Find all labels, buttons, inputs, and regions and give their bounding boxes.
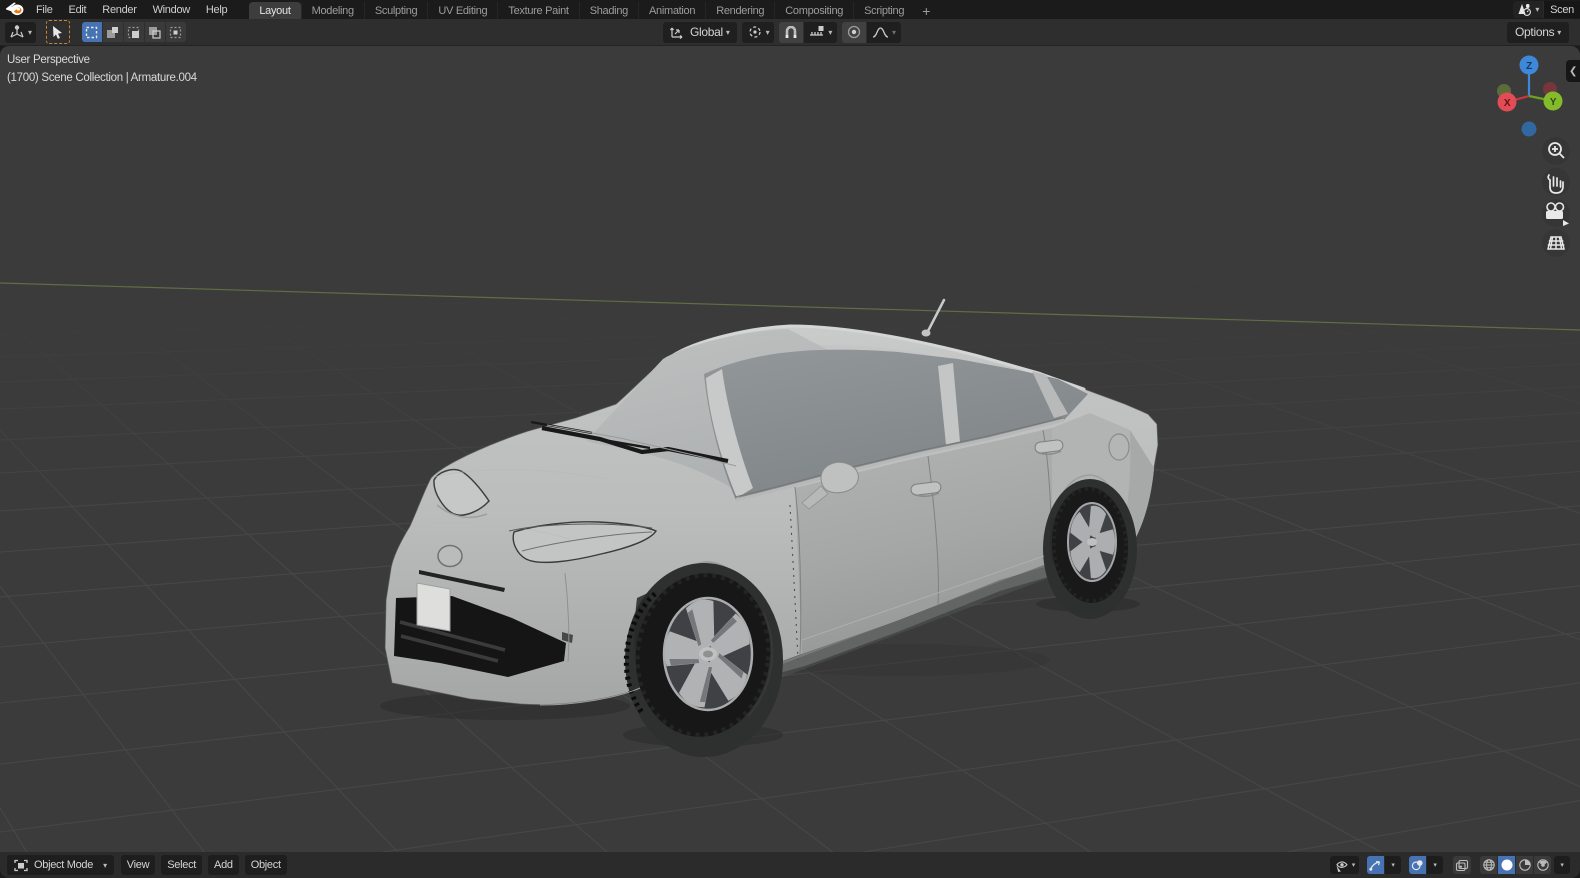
svg-text:X: X	[1504, 98, 1511, 109]
svg-text:Z: Z	[1526, 61, 1532, 72]
svg-text:Y: Y	[1550, 97, 1557, 108]
